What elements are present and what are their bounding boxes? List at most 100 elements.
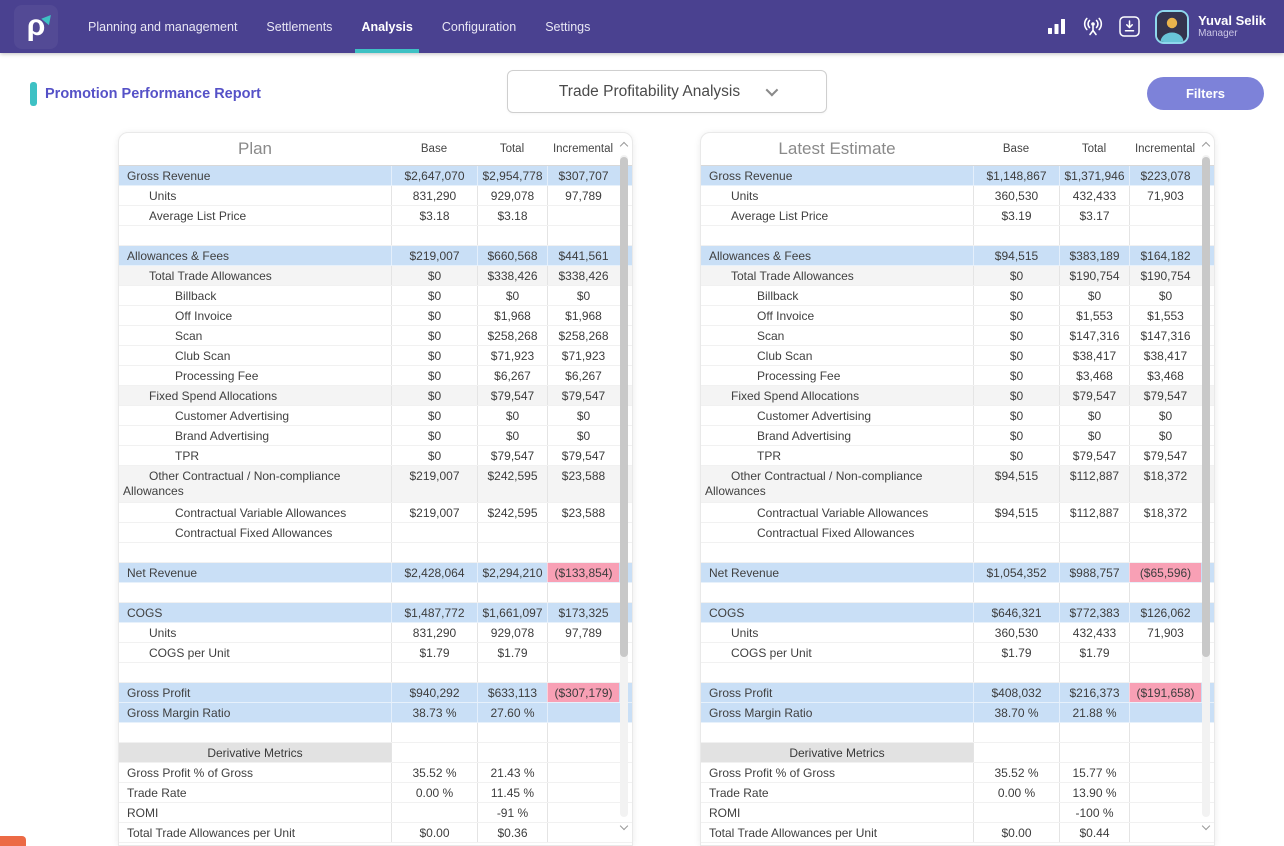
cell-base: $219,007 (391, 246, 477, 265)
nav-item-settlements[interactable]: Settlements (266, 0, 332, 53)
cell-base: $94,515 (973, 503, 1059, 522)
cell-base (391, 523, 477, 542)
report-type-select[interactable]: Trade Profitability Analysis (507, 70, 827, 113)
cell-base: $0 (973, 446, 1059, 465)
row-label: Net Revenue (119, 563, 391, 582)
blank-row (701, 543, 1214, 563)
cell-base: $0 (973, 346, 1059, 365)
table-header-row: PlanBaseTotalIncremental (119, 133, 632, 166)
cell-base: $1,054,352 (973, 563, 1059, 582)
cell-incremental (547, 723, 619, 742)
row-label (701, 723, 973, 742)
cell-incremental: $307,707 (547, 166, 619, 185)
table-row: Processing Fee$0$3,468$3,468 (701, 366, 1214, 386)
cell-total: $79,547 (1059, 386, 1129, 405)
blank-row (701, 583, 1214, 603)
cell-total: $242,595 (477, 503, 547, 522)
table-row: Customer Advertising$0$0$0 (701, 406, 1214, 426)
cell-base: $0.00 (973, 823, 1059, 842)
filters-button[interactable]: Filters (1147, 77, 1264, 110)
scroll-up-icon[interactable] (620, 141, 628, 149)
cell-incremental (547, 206, 619, 225)
cell-base: 38.73 % (391, 703, 477, 722)
cell-total: $1,553 (1059, 306, 1129, 325)
cell-total (1059, 543, 1129, 562)
scroll-down-icon[interactable] (1202, 823, 1210, 831)
scrollbar[interactable] (618, 139, 631, 831)
nav-item-settings[interactable]: Settings (545, 0, 590, 53)
scrollbar-thumb[interactable] (1202, 157, 1210, 657)
cell-total: $190,754 (1059, 266, 1129, 285)
bar-chart-icon[interactable] (1047, 18, 1067, 35)
cell-incremental (1129, 583, 1201, 602)
broadcast-icon[interactable] (1082, 17, 1104, 36)
cell-base: $408,032 (973, 683, 1059, 702)
app-logo[interactable]: ρ (14, 5, 58, 49)
cell-incremental (547, 783, 619, 802)
cell-incremental: $0 (547, 406, 619, 425)
cell-total: $0 (477, 426, 547, 445)
cell-total: $1,968 (477, 306, 547, 325)
download-icon[interactable] (1119, 16, 1140, 37)
cell-total: $258,268 (477, 326, 547, 345)
table-row: TPR$0$79,547$79,547 (701, 446, 1214, 466)
table-row: Gross Revenue$2,647,070$2,954,778$307,70… (119, 166, 632, 186)
row-label: Off Invoice (119, 306, 391, 325)
row-label (701, 663, 973, 682)
cell-base: $0 (391, 326, 477, 345)
cell-incremental (1129, 523, 1201, 542)
cell-incremental (1129, 206, 1201, 225)
cell-base: 35.52 % (973, 763, 1059, 782)
nav-item-planning-and-management[interactable]: Planning and management (88, 0, 237, 53)
cell-total: $988,757 (1059, 563, 1129, 582)
cell-base (391, 663, 477, 682)
cell-total: 27.60 % (477, 703, 547, 722)
row-label: Club Scan (701, 346, 973, 365)
table-row: Units360,530432,43371,903 (701, 186, 1214, 206)
cell-incremental (547, 643, 619, 662)
cell-incremental (547, 663, 619, 682)
column-header: Incremental (547, 143, 619, 155)
cell-incremental (1129, 663, 1201, 682)
cell-base: 831,290 (391, 623, 477, 642)
chevron-down-icon (766, 84, 779, 97)
table-row: Total Trade Allowances$0$338,426$338,426 (119, 266, 632, 286)
cell-total: $383,189 (1059, 246, 1129, 265)
nav-item-analysis[interactable]: Analysis (361, 0, 412, 53)
cell-total: 929,078 (477, 623, 547, 642)
row-label: Gross Profit (119, 683, 391, 702)
table-row: Club Scan$0$71,923$71,923 (119, 346, 632, 366)
cell-total: $0 (1059, 286, 1129, 305)
cell-total: $3,468 (1059, 366, 1129, 385)
table-row: Processing Fee$0$6,267$6,267 (119, 366, 632, 386)
table-row: Units831,290929,07897,789 (119, 186, 632, 206)
scrollbar[interactable] (1200, 139, 1213, 831)
cell-incremental (547, 743, 619, 762)
cell-incremental (1129, 823, 1201, 842)
cell-incremental: $147,316 (1129, 326, 1201, 345)
title-accent-bar (30, 82, 37, 106)
cell-incremental: 71,903 (1129, 186, 1201, 205)
nav-item-configuration[interactable]: Configuration (442, 0, 516, 53)
scroll-down-icon[interactable] (620, 823, 628, 831)
row-label (701, 543, 973, 562)
cell-base: $646,321 (973, 603, 1059, 622)
scroll-up-icon[interactable] (1202, 141, 1210, 149)
scrollbar-thumb[interactable] (620, 157, 628, 657)
user-role: Manager (1198, 28, 1266, 40)
table-row: COGS$1,487,772$1,661,097$173,325 (119, 603, 632, 623)
row-label: Average List Price (701, 206, 973, 225)
row-label: Other Contractual / Non-compliance Allow… (119, 466, 391, 502)
row-label: Fixed Spend Allocations (701, 386, 973, 405)
cell-incremental: $190,754 (1129, 266, 1201, 285)
table-row: Trade Rate0.00 %11.45 % (119, 783, 632, 803)
avatar[interactable] (1155, 10, 1189, 44)
cell-incremental (1129, 723, 1201, 742)
table-row: Other Contractual / Non-compliance Allow… (701, 466, 1214, 503)
row-label: Units (701, 623, 973, 642)
row-label: Gross Margin Ratio (119, 703, 391, 722)
user-chip[interactable]: Yuval Selik Manager (1155, 10, 1266, 44)
row-label: COGS (701, 603, 973, 622)
cell-incremental: $18,372 (1129, 503, 1201, 522)
table-row: Net Revenue$2,428,064$2,294,210($133,854… (119, 563, 632, 583)
